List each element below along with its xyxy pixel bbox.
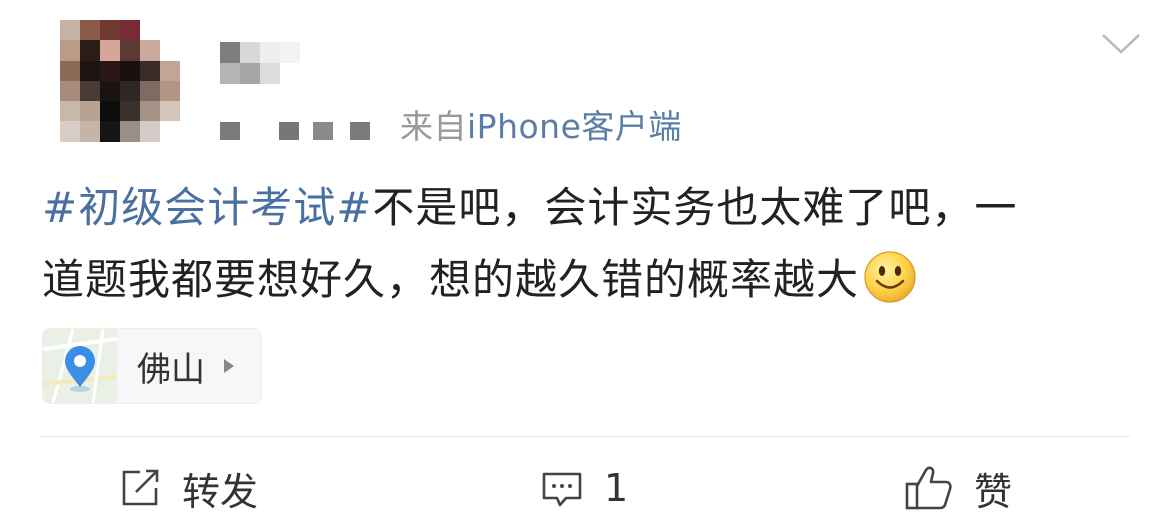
map-thumbnail <box>43 329 118 403</box>
repost-icon <box>122 469 159 506</box>
location-name: 佛山 <box>137 349 205 390</box>
location-tag[interactable]: 佛山 <box>42 328 262 404</box>
like-label: 赞 <box>974 469 1013 514</box>
divider <box>40 436 1130 437</box>
avatar[interactable] <box>60 20 180 142</box>
smiley-emoji <box>864 251 916 303</box>
location-pin-icon <box>43 329 118 403</box>
post-text-line1: 不是吧，会计实务也太难了吧，一 <box>372 183 1018 232</box>
source-prefix: 来自 <box>400 107 467 146</box>
repost-button[interactable]: 转发 <box>118 458 258 518</box>
like-button[interactable]: 赞 <box>904 458 1012 518</box>
chevron-down-icon[interactable] <box>1100 28 1142 58</box>
comment-button[interactable]: 1 <box>540 458 628 518</box>
username-redacted[interactable] <box>220 42 302 84</box>
post-time-redacted <box>220 122 370 140</box>
post-text-line2: 道题我都要想好久，想的越久错的概率越大 <box>42 255 860 304</box>
weibo-post-card: 来自iPhone客户端 #初级会计考试#不是吧，会计实务也太难了吧，一 道题我都… <box>0 0 1170 519</box>
thumbs-up-icon <box>905 466 952 510</box>
post-text: #初级会计考试#不是吧，会计实务也太难了吧，一 道题我都要想好久，想的越久错的概… <box>42 172 1132 316</box>
post-source: 来自iPhone客户端 <box>400 100 682 148</box>
comment-icon <box>542 472 582 507</box>
chevron-right-icon <box>224 359 234 373</box>
topic-link[interactable]: #初级会计考试# <box>42 183 372 232</box>
repost-label: 转发 <box>182 469 259 514</box>
post-meta: 来自iPhone客户端 <box>220 104 682 146</box>
comment-count: 1 <box>604 466 629 510</box>
source-client-link[interactable]: iPhone客户端 <box>467 107 682 146</box>
